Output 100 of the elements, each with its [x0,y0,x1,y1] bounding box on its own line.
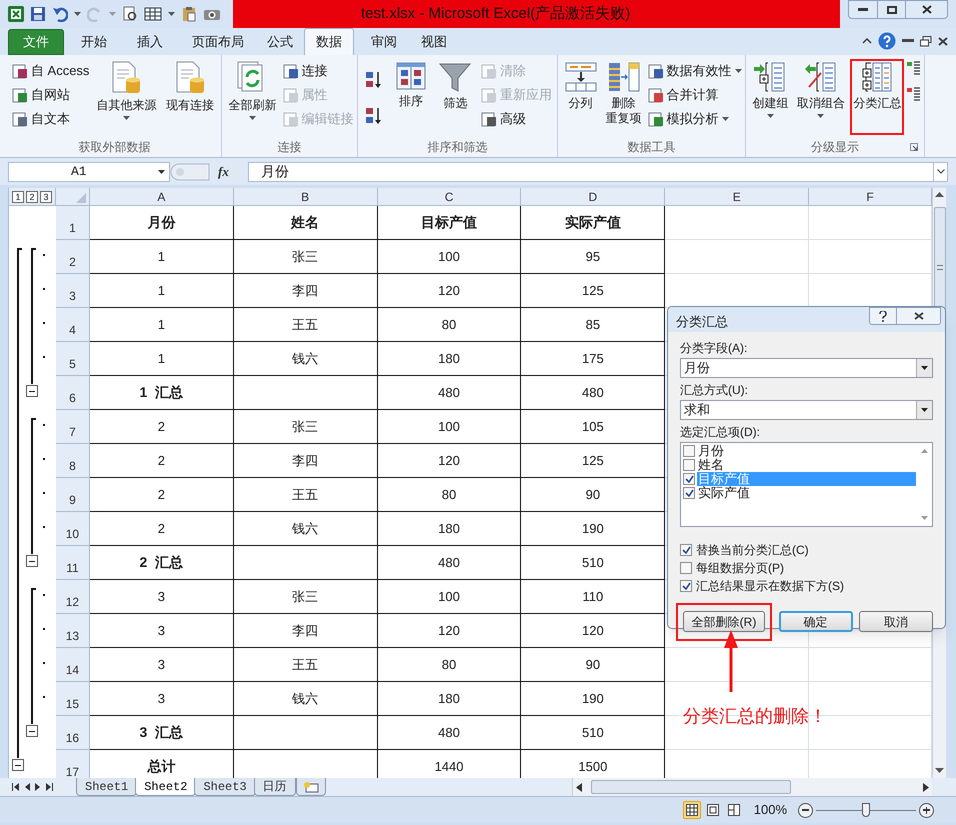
ribbon-small-button[interactable]: 连接 [282,61,354,81]
column-header[interactable]: D [521,188,666,205]
sheet-tab[interactable]: Sheet1 [76,778,138,796]
table-cell: 80 [378,648,522,682]
table-cell: 2 [90,444,234,478]
group-label: 获取外部数据 [78,139,150,156]
ribbon-tab[interactable]: 页面布局 [180,29,256,55]
list-item[interactable]: 姓名 [683,458,916,472]
column-header[interactable]: E [665,188,810,205]
table-cell: 钱六 [234,682,378,716]
row-header[interactable]: 5 [56,342,90,376]
sheet-tab[interactable]: Sheet3 [194,778,256,796]
ribbon-small-button[interactable]: 数据有效性 [648,61,742,81]
ribbon-button[interactable]: 分类汇总 [850,59,904,135]
sheet-tab[interactable]: 日历 [254,778,296,796]
name-box[interactable]: A1 [8,162,170,182]
dialog-button[interactable]: 取消 [859,611,933,632]
ribbon-tab[interactable]: 文件 [8,29,64,55]
column-header[interactable]: A [90,188,234,205]
row-header[interactable]: 6 [56,376,90,410]
ribbon-button[interactable]: 排序 [392,59,430,135]
list-item[interactable]: 月份 [683,444,916,458]
row-header[interactable]: 15 [56,682,90,716]
table-cell: 王五 [234,648,378,682]
ribbon-small-button[interactable]: 模拟分析 [648,109,742,129]
table-cell: 王五 [234,478,378,512]
list-item[interactable]: 实际产值 [683,486,916,500]
row-header[interactable]: 14 [56,648,90,682]
zoom-percentage[interactable]: 100% [754,800,787,820]
table-cell: 实际产值 [521,206,666,240]
table-cell: 1 [90,240,234,274]
ribbon-small-button[interactable]: 自 Access [12,61,90,81]
ribbon-tab[interactable]: 数据 [304,28,354,55]
ribbon-tab[interactable]: 视图 [414,29,454,55]
table-cell: 110 [521,580,666,614]
table-cell: 钱六 [234,512,378,546]
table-cell: 3 汇总 [90,716,234,750]
ribbon-tab[interactable]: 审阅 [358,29,410,55]
row-header[interactable]: 13 [56,614,90,648]
row-header[interactable]: 7 [56,410,90,444]
ribbon-button[interactable]: 自其他来源 [93,59,160,135]
table-cell: 90 [521,648,666,682]
row-header[interactable]: 4 [56,308,90,342]
table-cell: 100 [378,580,522,614]
ribbon-tab[interactable]: 开始 [68,29,120,55]
row-header[interactable]: 8 [56,444,90,478]
table-cell: 175 [521,342,666,376]
ribbon-button[interactable]: 删除 重复项 [602,59,644,135]
ribbon-tab[interactable]: 公式 [260,29,300,55]
table-cell: 张三 [234,240,378,274]
outline-level-button[interactable]: 1 [12,190,24,202]
dropdown-field[interactable]: 求和 [680,400,933,420]
dialog-button[interactable]: 确定 [778,611,852,632]
formula-input[interactable]: 月份 [248,162,934,182]
row-header[interactable]: 12 [56,580,90,614]
row-header[interactable]: 11 [56,546,90,580]
table-cell: 1 汇总 [90,376,234,410]
ribbon-button[interactable]: 创建组 [749,59,792,135]
ribbon-button[interactable]: 全部刷新 [226,59,280,135]
ribbon-button[interactable]: 分列 [562,59,600,135]
checkbox-option[interactable]: 替换当前分类汇总(C) [680,540,933,558]
ribbon-small-button[interactable]: 自文本 [12,109,90,129]
table-cell: 目标产值 [378,206,522,240]
sheet-tab[interactable]: Sheet2 [135,778,196,796]
ribbon-small-button[interactable]: 高级 [480,109,552,129]
table-cell: 3 [90,682,234,716]
column-header[interactable]: B [234,188,378,205]
row-header[interactable]: 3 [56,274,90,308]
outline-level-button[interactable]: 3 [40,190,52,202]
table-cell: 480 [378,546,522,580]
dropdown-field[interactable]: 月份 [680,358,933,378]
table-cell: 2 汇总 [90,546,234,580]
table-cell: 月份 [90,206,234,240]
column-header[interactable]: C [378,188,522,205]
checkbox-option[interactable]: 汇总结果显示在数据下方(S) [680,576,933,594]
table-cell: 2 [90,512,234,546]
insert-function-label[interactable]: fx [218,162,248,182]
row-header[interactable]: 16 [56,716,90,750]
table-cell: 3 [90,614,234,648]
row-header[interactable]: 10 [56,512,90,546]
table-cell: 80 [378,308,522,342]
table-cell: 120 [378,444,522,478]
outline-level-button[interactable]: 2 [26,190,38,202]
ribbon-small-button[interactable]: 合并计算 [648,85,742,105]
row-header[interactable]: 17 [56,750,90,778]
ribbon-small-button[interactable]: 自网站 [12,85,90,105]
ribbon-button[interactable]: 现有连接 [163,59,218,135]
table-cell: 180 [378,512,522,546]
checkbox-option[interactable]: 每组数据分页(P) [680,558,933,576]
ribbon-tab[interactable]: 插入 [124,29,176,55]
row-header[interactable]: 2 [56,240,90,274]
dialog-button[interactable]: 全部删除(R) [683,611,765,632]
table-cell: 李四 [234,444,378,478]
group-label: 排序和筛选 [428,139,488,156]
table-cell: 125 [521,444,666,478]
ribbon-button[interactable]: 筛选 [436,59,474,135]
ribbon-button[interactable]: 取消组合 [794,59,848,135]
dialog-title: 分类汇总 [676,313,728,331]
row-header[interactable]: 9 [56,478,90,512]
row-header[interactable]: 1 [56,206,90,240]
